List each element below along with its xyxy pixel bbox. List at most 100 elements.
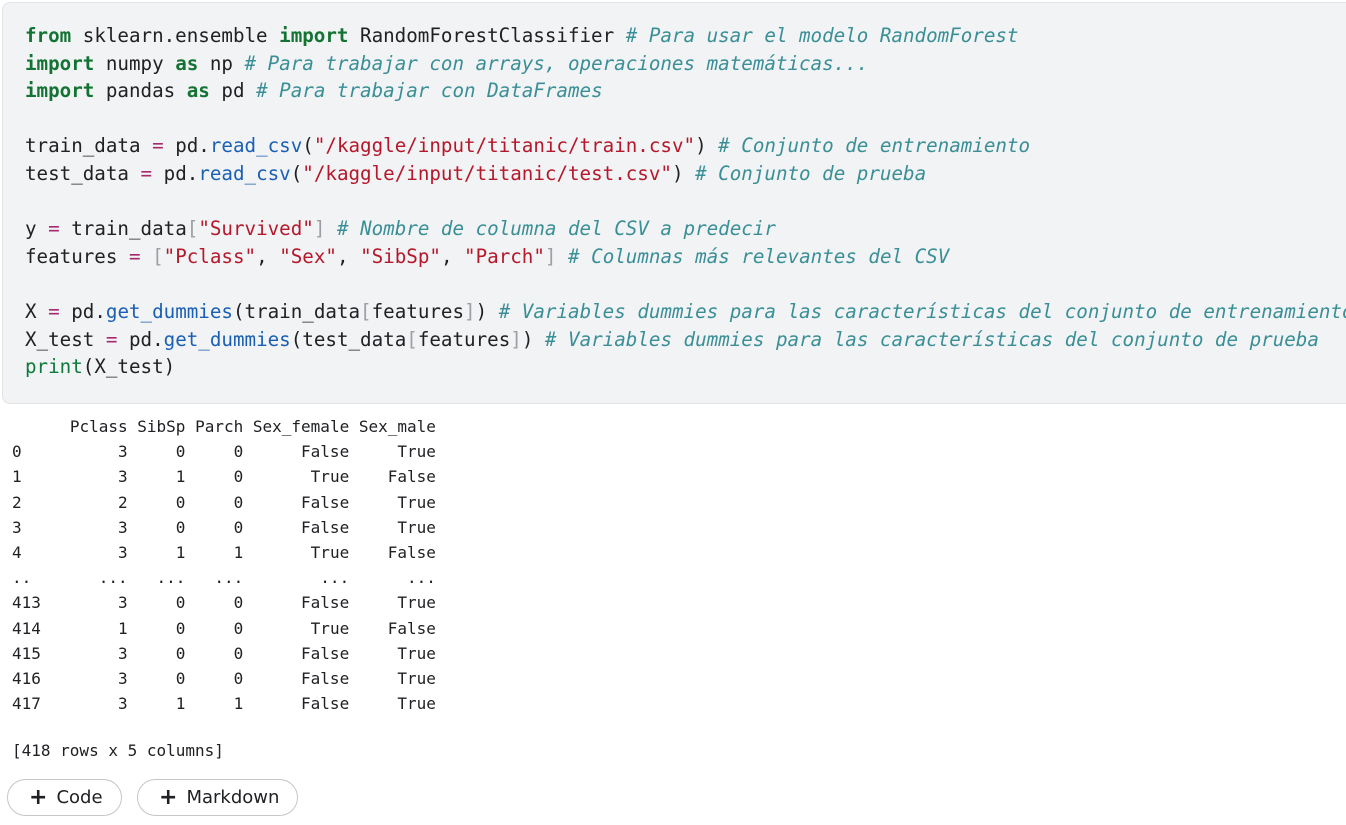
output-index-cell: 1 [12,467,22,487]
add-code-button[interactable]: + Code [7,779,122,816]
code-line: X = pd.get_dummies(train_data[features])… [25,298,1346,326]
bracket-token: [ [360,299,372,323]
output-cell: ... [156,568,186,588]
output-cell: True [397,442,436,462]
string-token: "Sex" [279,244,337,268]
output-row: 416 3 0 0 False True [12,666,436,691]
code-editor[interactable]: from sklearn.ensemble import RandomFores… [25,22,1346,381]
code-text: RandomForestClassifier [348,24,626,47]
bracket-token: [ [406,327,418,351]
output-cell: 3 [117,593,128,613]
code-text: pd. [117,327,164,351]
output-cell: True [397,492,436,512]
function-token: get_dummies [105,299,233,323]
code-text: ) [695,134,719,158]
code-text: ( [290,161,303,185]
bracket-token: [ [152,244,164,268]
output-cell: 0 [175,643,186,663]
output-summary: [418 rows x 5 columns] [12,741,224,760]
string-token: "Survived" [198,217,314,241]
output-cell: 3 [117,542,128,562]
code-cell[interactable]: from sklearn.ensemble import RandomFores… [2,2,1346,404]
output-row: 1 3 1 0 True False [12,464,436,489]
code-text: pd. [59,299,106,323]
output-cell: False [301,442,350,462]
code-text: train_data [25,134,153,158]
output-cell: False [387,467,436,487]
bracket-token: ] [313,217,326,241]
add-markdown-label: Markdown [186,787,280,808]
code-text: , [440,244,465,268]
output-header-cell: Sex_male [358,417,436,436]
output-cell: True [397,668,436,688]
comment-token: # Conjunto de prueba [695,161,927,185]
function-token: read_csv [209,134,303,158]
output-header-cell: SibSp [137,417,186,436]
output-cell: False [301,643,350,663]
output-row: 2 2 0 0 False True [12,490,436,515]
code-line: train_data = pd.read_csv("/kaggle/input/… [25,132,1346,160]
builtin-token: print [25,355,83,379]
operator-token: = [48,299,60,323]
operator-token: = [140,161,153,185]
output-cell: 0 [175,517,186,537]
comment-token: # Para trabajar con arrays, operaciones … [244,51,869,75]
bracket-token: ] [544,244,557,268]
output-cell: 0 [233,467,244,487]
output-cell: 0 [175,442,186,462]
output-cell: 3 [117,442,128,462]
code-text: (test_data [290,327,407,351]
function-token: read_csv [198,161,291,185]
output-cell: False [301,593,350,613]
output-cell: False [301,694,350,714]
keyword-token: import [279,24,349,47]
code-text: numpy [94,51,176,75]
output-cell: True [310,542,350,562]
output-cell: 1 [233,694,244,714]
code-text: y [25,217,49,241]
output-cell: 1 [175,542,186,562]
output-cell: 3 [117,467,128,487]
output-index-cell: 415 [12,643,41,663]
output-cell: 0 [233,593,244,613]
code-text: ) [521,327,545,351]
comment-token: # Columnas más relevantes del CSV [568,244,950,268]
output-row: 0 3 0 0 False True [12,439,436,464]
output-cell: 0 [233,668,244,688]
output-cell: 3 [117,643,128,663]
output-cell: 0 [175,593,186,613]
output-row: 415 3 0 0 False True [12,641,436,666]
code-text: features [25,244,129,268]
bracket-token: ] [510,327,522,351]
output-cell: False [301,492,350,512]
output-cell: 3 [117,668,128,688]
comment-token: # Variables dummies para las característ… [498,299,1346,323]
output-cell: 1 [175,694,186,714]
output-index-cell: .. [12,568,32,588]
output-header-cell: Pclass [69,417,128,436]
output-cell: False [387,542,436,562]
code-line: import numpy as np # Para trabajar con a… [25,50,1346,78]
output-index-cell: 2 [12,492,22,512]
code-line: X_test = pd.get_dummies(test_data[featur… [25,326,1346,354]
output-cell: True [310,618,350,638]
output-index-cell: 3 [12,517,22,537]
code-text: X [25,299,49,323]
add-markdown-button[interactable]: + Markdown [137,779,299,816]
code-text: test_data [25,161,141,185]
string-token: "Pclass" [163,244,257,268]
output-index-cell: 417 [12,694,41,714]
comment-token: # Para trabajar con DataFrames [256,79,603,103]
output-cell: True [397,593,436,613]
plus-icon: + [29,784,48,810]
output-cell: False [301,668,350,688]
code-text: features [417,327,511,351]
string-token: "/kaggle/input/titanic/train.csv" [313,134,696,158]
keyword-token: as [175,51,199,75]
code-text: (train_data [232,299,361,323]
output-cell: ... [214,568,244,588]
